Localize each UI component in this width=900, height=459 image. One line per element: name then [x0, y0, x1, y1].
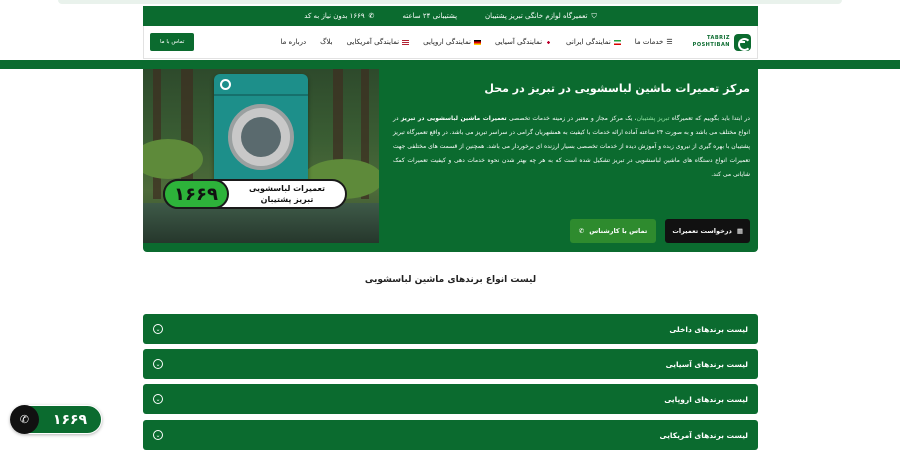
hero-buttons: ▦ درخواست تعمیرات تماس با کارشناس ✆	[379, 219, 750, 243]
request-repair-button[interactable]: ▦ درخواست تعمیرات	[665, 219, 750, 243]
calendar-icon: ▦	[736, 227, 743, 235]
accordion-european-brands[interactable]: لیست برندهای اروپایی ⌄	[143, 384, 758, 414]
washer-door	[228, 104, 294, 170]
hamburger-icon: ☰	[666, 38, 673, 46]
topbar-phone[interactable]: ✆ ۱۶۶۹ بدون نیاز به کد	[304, 12, 374, 20]
brands-section-title: لیست انواع برندهای ماشین لباسشویی	[364, 275, 537, 285]
brand-logo-icon	[220, 79, 231, 90]
nav-item-american[interactable]: نمایندگی آمریکایی	[347, 38, 410, 46]
floating-call-number: ۱۶۶۹	[52, 411, 88, 428]
phone-icon: ✆	[368, 12, 375, 20]
nav-item-about[interactable]: درباره ما	[280, 38, 306, 46]
hero-text-block: مرکز تعمیرات ماشین لباسشویی در تبریز در …	[379, 69, 758, 252]
moss-decor	[143, 139, 203, 179]
usa-flag-icon	[402, 39, 410, 45]
top-info-bar: ⛉ تعمیرگاه لوازم خانگی تبریز پشتیبان پشت…	[143, 6, 758, 26]
nav-item-european[interactable]: نمایندگی اروپایی	[423, 38, 481, 46]
washer-drum	[241, 117, 281, 157]
topbar-support: پشتیبانی ۲۴ ساعته	[402, 12, 458, 20]
hero-paragraph: در ابتدا باید بگوییم که تعمیرگاه تبریز پ…	[392, 115, 750, 178]
hero-title: مرکز تعمیرات ماشین لباسشویی در تبریز در …	[484, 82, 750, 95]
water-decor	[143, 203, 379, 243]
accordion-asian-brands[interactable]: لیست برندهای آسیایی ⌄	[143, 349, 758, 379]
top-decor-line	[58, 0, 842, 4]
floating-call-button[interactable]: ✆ ۱۶۶۹	[10, 405, 102, 434]
brand-link[interactable]: تبریز پشتیبان	[637, 115, 670, 122]
banner-phone-number: ۱۶۶۹	[163, 179, 229, 209]
shield-icon: ⛉	[591, 11, 597, 20]
topbar-shop-name: ⛉ تعمیرگاه لوازم خانگی تبریز پشتیبان	[485, 11, 597, 21]
washing-machine-image: ۱۶۶۹ تعمیرات لباسشویی تبریز پشتیبان	[143, 69, 379, 243]
nav-item-blog[interactable]: بلاگ	[320, 38, 332, 46]
germany-flag-icon	[473, 39, 481, 45]
phone-icon: ✆	[578, 227, 585, 235]
nav-item-iranian[interactable]: نمایندگی ایرانی	[566, 38, 621, 46]
nav-item-asian[interactable]: نمایندگی آسیایی	[495, 38, 553, 46]
accordion-domestic-brands[interactable]: لیست برندهای داخلی ⌄	[143, 314, 758, 344]
washer-control-panel	[214, 74, 308, 96]
nav-item-services[interactable]: ☰ خدمات ما	[635, 38, 673, 46]
japan-flag-icon	[545, 39, 553, 45]
banner-caption: تعمیرات لباسشویی تبریز پشتیبان	[248, 184, 326, 204]
iran-flag-icon	[613, 39, 621, 45]
nav-menu: ☰ خدمات ما نمایندگی ایرانی نمایندگی آسیا…	[194, 38, 672, 46]
main-navbar: TABRIZ POSHTIBAN ☰ خدمات ما نمایندگی ایر…	[143, 26, 758, 59]
tree-trunk-decor	[153, 69, 161, 199]
logo-mark-icon	[734, 33, 751, 51]
accordion-american-brands[interactable]: لیست برندهای آمریکایی ⌄	[143, 420, 758, 450]
logo-text: TABRIZ POSHTIBAN	[692, 35, 730, 48]
chevron-down-circle-icon: ⌄	[153, 359, 163, 369]
hero-section: ۱۶۶۹ تعمیرات لباسشویی تبریز پشتیبان مرکز…	[143, 69, 758, 252]
call-expert-button[interactable]: تماس با کارشناس ✆	[569, 219, 657, 243]
header-divider	[0, 60, 900, 69]
contact-us-button[interactable]: تماس با ما	[150, 33, 195, 51]
chevron-down-circle-icon: ⌄	[153, 394, 163, 404]
chevron-down-circle-icon: ⌄	[153, 430, 163, 440]
phone-icon: ✆	[10, 405, 39, 434]
hotline-banner: ۱۶۶۹ تعمیرات لباسشویی تبریز پشتیبان	[163, 179, 347, 209]
chevron-down-circle-icon: ⌄	[153, 324, 163, 334]
site-logo[interactable]: TABRIZ POSHTIBAN	[692, 33, 751, 51]
